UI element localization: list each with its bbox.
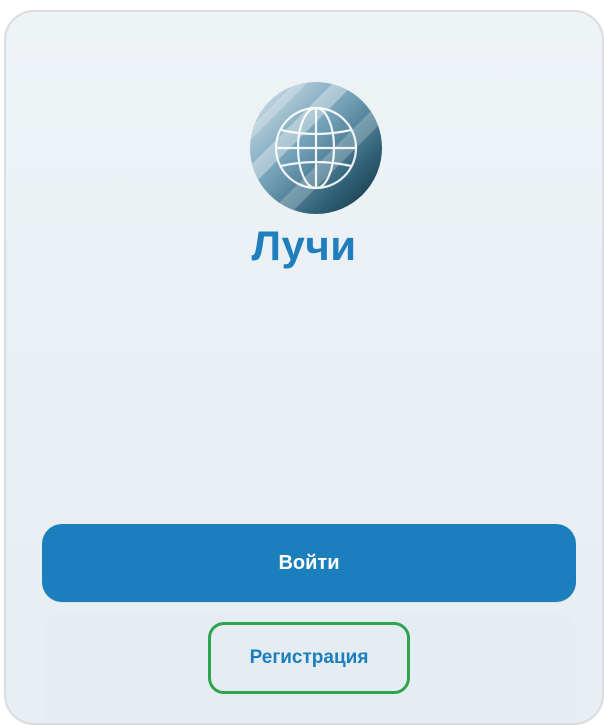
app-title: Лучи — [251, 222, 357, 269]
register-button[interactable]: Регистрация — [208, 622, 410, 694]
app-screen: Лучи Войти Регистрация — [4, 10, 604, 725]
globe-logo-icon — [250, 82, 382, 214]
login-button[interactable]: Войти — [42, 524, 576, 602]
